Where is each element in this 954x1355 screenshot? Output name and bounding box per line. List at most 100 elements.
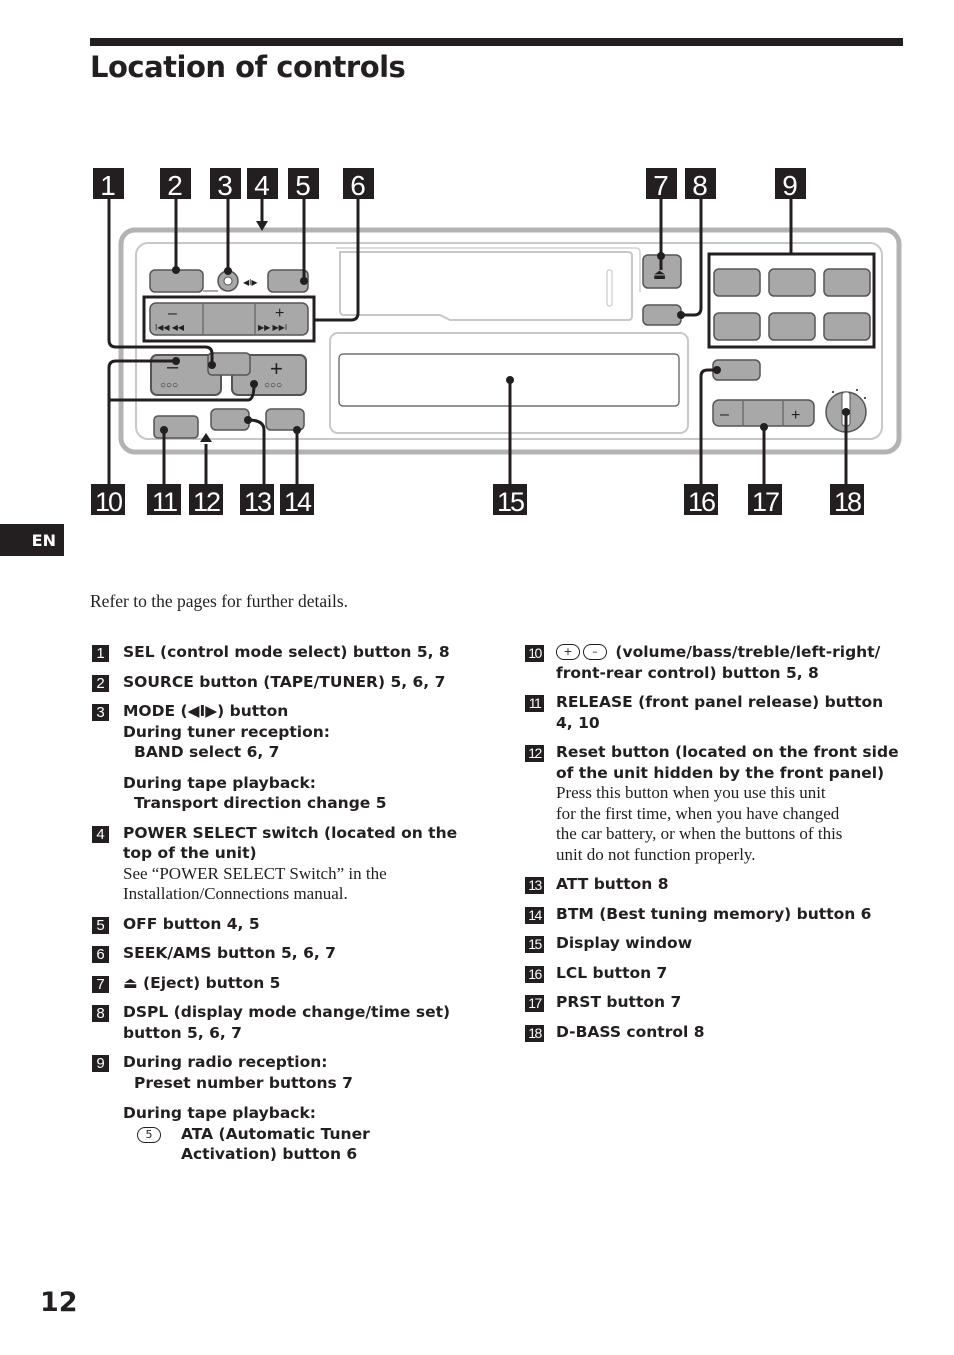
control-item-3: 3 MODE (◀I▶) button During tuner reception…	[90, 701, 480, 814]
control-item-5: 5 OFF button 4, 5	[90, 914, 480, 935]
control-item-13: 13 ATT button 8	[523, 874, 913, 895]
item-description: Installation/Connections manual.	[123, 884, 348, 903]
control-item-16: 16 LCL button 7	[523, 963, 913, 984]
item-title: button 5, 6, 7	[123, 1023, 242, 1042]
control-panel-diagram: ◀I▶ – I◀◀ ◀◀ + ▶▶ ▶▶I – ○○○ + ○○○ ⏏ – +	[91, 168, 902, 517]
svg-text:11: 11	[152, 487, 177, 517]
item-number-badge: 3	[92, 704, 109, 721]
control-item-17: 17 PRST button 7	[523, 992, 913, 1013]
seek-next-glyph: ▶▶ ▶▶I	[258, 323, 287, 332]
preset-button-5[interactable]	[768, 312, 816, 341]
item-number-badge: 5	[92, 916, 109, 934]
svg-text:10: 10	[95, 487, 122, 517]
item-title: MODE (◀I▶) button	[123, 702, 289, 720]
item-description: for the first time, when you have change…	[556, 803, 840, 823]
item-title: DSPL (display mode change/time set)	[123, 1003, 451, 1021]
control-item-4: 4 POWER SELECT switch (located on the top …	[90, 823, 480, 905]
seek-plus-glyph: +	[275, 305, 284, 322]
item-title: POWER SELECT switch (located on the	[123, 823, 458, 842]
item-title: BTM (Best tuning memory) button 6	[556, 904, 872, 923]
volume-plus-dots: ○○○	[264, 380, 282, 391]
item-title: LCL button 7	[556, 963, 668, 982]
svg-text:1: 1	[100, 170, 116, 201]
control-item-9: 9 During radio reception: Preset number bu…	[90, 1052, 480, 1165]
svg-text:18: 18	[834, 487, 861, 517]
cassette-slot	[339, 251, 633, 321]
svg-text:5: 5	[295, 170, 311, 201]
item-number-badge: 18	[525, 1024, 544, 1042]
item-title: 4, 10	[556, 713, 600, 732]
item-number-badge: 8	[92, 1005, 109, 1022]
svg-text:8: 8	[692, 170, 708, 201]
item-number-badge: 13	[525, 877, 544, 894]
item-title: D-BASS control 8	[556, 1022, 705, 1041]
preset-button-4[interactable]	[713, 312, 761, 341]
volume-plus-glyph: +	[270, 356, 283, 381]
item-description: Press this button when you use this unit	[556, 783, 826, 802]
item-subline: BAND select 6, 7	[134, 743, 280, 761]
item-number-badge: 7	[92, 975, 109, 993]
svg-text:12: 12	[193, 487, 220, 517]
prst-plus-glyph: +	[791, 407, 800, 424]
item-subline: Activation) button 6	[123, 1144, 480, 1165]
item-title: of the unit hidden by the front panel)	[556, 763, 885, 782]
item-title: Reset button (located on the front side	[556, 743, 899, 761]
preset-button-2[interactable]	[768, 268, 816, 297]
item-number-badge: 4	[92, 825, 109, 843]
svg-text:13: 13	[244, 487, 271, 517]
control-item-10: 10 + – (volume/bass/treble/left-right/fron…	[523, 642, 913, 683]
item-title: ATT button 8	[556, 875, 669, 893]
controls-list-right: 10 + – (volume/bass/treble/left-right/fron…	[523, 642, 913, 1051]
item-title: + – (volume/bass/treble/left-right/	[556, 642, 913, 663]
item-subline: 5 ATA (Automatic Tuner	[123, 1124, 480, 1145]
preset-button-6[interactable]	[823, 312, 871, 341]
item-description: See “POWER SELECT Switch” in the	[123, 863, 387, 883]
callouts-bottom: 10 11 12 13 14 15 16 17 18	[91, 484, 864, 517]
language-tab: EN	[0, 524, 64, 556]
intro-text: Refer to the pages for further details.	[90, 591, 349, 611]
item-title: ⏏ (Eject) button 5	[123, 973, 281, 992]
item-description: the car battery, or when the buttons of …	[556, 824, 843, 843]
minus-button-icon: –	[583, 644, 607, 660]
item-title: During tape playback:	[123, 1104, 317, 1122]
svg-text:14: 14	[284, 487, 312, 517]
svg-text:6: 6	[350, 170, 366, 201]
item-title: RELEASE (front panel release) button	[556, 693, 884, 711]
preset-button-3[interactable]	[823, 268, 871, 297]
svg-text:2: 2	[167, 170, 183, 201]
svg-text:3: 3	[217, 170, 233, 201]
control-item-15: 15 Display window	[523, 933, 913, 954]
item-title-text: (volume/bass/treble/left-right/	[610, 643, 881, 661]
item-title: top of the unit)	[123, 844, 257, 862]
att-button[interactable]	[210, 408, 250, 431]
control-item-14: 14 BTM (Best tuning memory) button 6	[523, 904, 913, 925]
item-number-badge: 9	[92, 1055, 109, 1072]
svg-text:17: 17	[752, 487, 779, 517]
svg-text:9: 9	[782, 170, 798, 201]
control-item-12: 12 Reset button (located on the front sid…	[523, 742, 913, 865]
release-button[interactable]	[153, 415, 199, 439]
plus-button-icon: +	[556, 644, 580, 660]
controls-list-left: 1 SEL (control mode select) button 5, 82S…	[90, 642, 480, 1174]
item-title: Display window	[556, 934, 693, 952]
item-subline-text: Activation) button 6	[181, 1145, 358, 1163]
svg-text:7: 7	[653, 170, 669, 201]
item-title: PRST button 7	[556, 993, 682, 1011]
preset-button-1[interactable]	[713, 268, 761, 297]
item-number-badge: 2	[92, 674, 109, 692]
item-title: During tape playback:	[123, 773, 317, 792]
item-subline: Preset number buttons 7	[134, 1073, 353, 1092]
prst-minus-glyph: –	[720, 406, 729, 423]
control-item-11: 11 RELEASE (front panel release) button 4,…	[523, 692, 913, 733]
control-item-18: 18 D-BASS control 8	[523, 1022, 913, 1043]
dspl-button[interactable]	[642, 304, 682, 326]
seek-prev-glyph: I◀◀ ◀◀	[155, 323, 185, 332]
page-number: 12	[40, 1287, 78, 1318]
item-title: OFF button 4, 5	[123, 914, 260, 933]
item-subline: Transport direction change 5	[134, 794, 387, 812]
svg-text:16: 16	[688, 487, 715, 517]
item-number-badge: 1	[92, 645, 109, 662]
control-item-2: 2 SOURCE button (TAPE/TUNER) 5, 6, 7	[90, 672, 480, 693]
